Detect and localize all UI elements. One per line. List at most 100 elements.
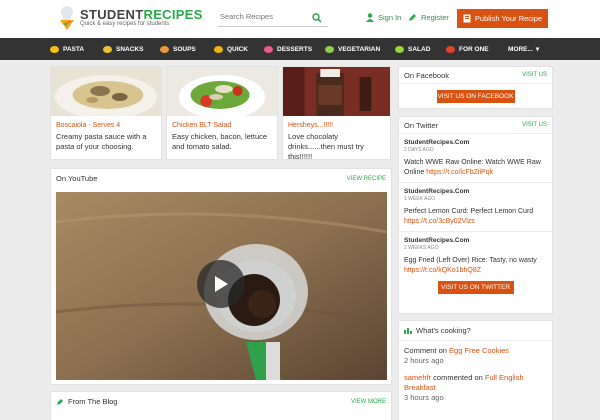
tweet-user[interactable]: StudentRecipes.Com [404,188,547,195]
tweet-time: 1 WEEK AGO [404,196,436,202]
recipe-image [51,67,161,119]
vegetarian-icon [325,45,334,53]
tweet-item: StudentRecipes.Com 2 WEEKS AGO Egg Fried… [399,232,552,280]
search-input[interactable] [218,12,306,21]
for-one-icon [446,45,455,53]
panel-title: From The Blog [68,397,118,406]
view-more-link[interactable]: VIEW MORE [351,399,386,405]
nav-item-quick[interactable]: QUICK [214,38,248,60]
tweet-item: StudentRecipes.Com 2 DAYS AGO Watch WWE … [399,134,552,183]
play-icon [215,276,228,292]
tweet-user[interactable]: StudentRecipes.Com [404,237,547,244]
recipe-card[interactable]: Hersheys...!!!!! Love chocolaty drinks..… [282,66,391,161]
panel-title: What's cooking? [416,326,471,335]
nav-item-salad[interactable]: SALAD [395,38,430,60]
nav-label: VEGETARIAN [338,45,381,53]
activity-time: 2 hours ago [404,356,444,365]
nav-label: PASTA [63,45,85,53]
recipe-description: Love chocolaty drinks......then must try… [288,132,364,161]
nav-label: SOUPS [173,45,196,53]
nav-item-desserts[interactable]: DESSERTS [264,38,312,60]
nav-more-label: MORE... [508,45,533,53]
panel-title: On Facebook [404,70,450,80]
tweet-time: 2 WEEKS AGO [404,245,439,251]
tweet-body: Perfect Lemon Curd: Perfect Lemon Curd [404,208,534,215]
site-header: STUDENTRECIPES Quick & easy recipes for … [0,0,600,38]
sign-in-link[interactable]: Sign In [366,13,401,22]
salad-icon [395,45,404,53]
sign-in-label: Sign In [378,13,402,22]
site-tagline: Quick & easy recipes for students [80,21,170,27]
pasta-icon [50,45,59,53]
activity-user: Comment [404,346,437,355]
activity-chart-icon [404,328,412,334]
play-button[interactable] [197,260,245,308]
nav-label: DESSERTS [277,45,313,53]
nav-label: SNACKS [116,45,144,53]
snacks-icon [103,45,112,53]
recipe-book-icon [463,14,471,23]
recipe-description: Easy chicken, bacon, lettuce and tomato … [172,132,268,151]
nav-label: QUICK [227,45,248,53]
site-logo-text[interactable]: STUDENTRECIPES [80,7,203,22]
tweet-item: StudentRecipes.Com 1 WEEK AGO Perfect Le… [399,183,552,232]
panel-title: On Twitter [404,120,439,130]
activity-time: 3 hours ago [404,393,444,402]
recipe-image [283,67,390,116]
publish-recipe-label: Publish Your Recipe [474,14,543,23]
visit-twitter-link[interactable]: VISIT US [522,122,547,128]
nav-item-snacks[interactable]: SNACKS [103,38,143,60]
nav-more-dropdown[interactable]: MORE... ▾ [508,38,539,60]
nav-item-soups[interactable]: SOUPS [160,38,196,60]
nav-item-pasta[interactable]: PASTA [50,38,84,60]
tweet-time: 2 DAYS AGO [404,147,434,153]
tweet-text: Watch WWE Raw Online: Watch WWE Raw Onli… [404,158,547,178]
tweet-text: Egg Fried (Left Over) Rice: Tasty, no wa… [404,256,547,276]
recipe-title[interactable]: Chicken BLT Salad [167,118,277,129]
tweet-link[interactable]: https://t.co/3cBy02Vlzs [404,218,475,225]
activity-user[interactable]: samehfr [404,373,431,382]
nav-label: SALAD [408,45,431,53]
whats-cooking-panel: What's cooking? Comment on Egg Free Cook… [398,320,553,420]
nav-label: FOR ONE [459,45,489,53]
activity-verb: commented on [431,373,485,382]
visit-twitter-button[interactable]: VISIT US ON TWITTER [437,281,514,294]
video-player[interactable] [56,192,387,380]
blog-panel: From The Blog VIEW MORE [50,391,392,420]
tweet-body: Egg Fried (Left Over) Rice: Tasty, no wa… [404,257,537,264]
recipe-card[interactable]: Boscaiola - Serves 4 Creamy pasta sauce … [50,66,162,160]
search-icon[interactable] [312,13,322,23]
tweet-text: Perfect Lemon Curd: Perfect Lemon Curd h… [404,207,547,227]
pencil-icon [409,14,416,21]
visit-facebook-link[interactable]: VISIT US [522,72,547,78]
nav-item-for-one[interactable]: FOR ONE [446,38,489,60]
panel-title-wrap: From The Blog [56,397,117,406]
recipe-description: Creamy pasta sauce with a pasta of your … [56,132,147,151]
register-link[interactable]: Register [408,13,449,22]
activity-recipe-link[interactable]: Egg Free Cookies [449,346,509,355]
quick-icon [214,45,223,53]
activity-verb: on [436,346,450,355]
visit-facebook-button[interactable]: VISIT US ON FACEBOOK [436,90,515,103]
facebook-panel: On Facebook VISIT US VISIT US ON FACEBOO… [398,66,553,109]
recipe-card[interactable]: Chicken BLT Salad Easy chicken, bacon, l… [166,66,278,160]
nav-item-vegetarian[interactable]: VEGETARIAN [325,38,380,60]
tweet-user[interactable]: StudentRecipes.Com [404,139,547,146]
recipe-title[interactable]: Hersheys...!!!!! [283,118,390,129]
view-recipe-link[interactable]: VIEW RECIPE [347,176,386,182]
recipe-image [167,67,277,119]
register-label: Register [421,13,449,22]
tweet-link[interactable]: https://t.co/lcFbZiiPqk [426,169,493,176]
pencil-icon [57,398,63,405]
activity-item: Comment on Egg Free Cookies 2 hours ago [399,346,552,366]
chevron-down-icon: ▾ [535,46,540,53]
recipe-title[interactable]: Boscaiola - Serves 4 [51,118,161,129]
dessert-icon [264,45,273,53]
category-nav: PASTA SNACKS SOUPS QUICK DESSERTS VEGETA… [0,38,600,60]
user-icon [366,13,374,22]
publish-recipe-button[interactable]: Publish Your Recipe [457,9,548,28]
activity-item: samehfr commented on Full English Breakf… [399,373,552,403]
tweet-link[interactable]: https://t.co/kQKo1bhQ8Z [404,267,481,274]
twitter-panel: On Twitter VISIT US StudentRecipes.Com 2… [398,116,553,314]
chef-hat-logo-icon[interactable] [57,5,77,31]
